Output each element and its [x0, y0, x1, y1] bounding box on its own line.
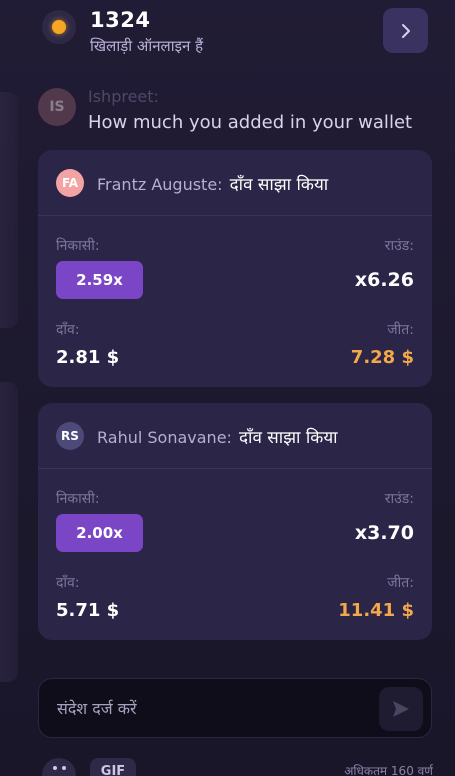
send-button[interactable] — [379, 687, 423, 731]
win-label: जीत: — [387, 575, 414, 591]
character-limit: अधिकतम 160 वर्ण — [344, 764, 433, 776]
message-composer — [38, 678, 432, 738]
bet-action: दाँव साझा किया — [239, 428, 338, 448]
cashout-label: निकासी: — [56, 491, 100, 507]
bet-action: दाँव साझा किया — [229, 175, 329, 195]
cashout-multiplier-button[interactable]: 2.00x — [56, 514, 143, 552]
message-text: How much you added in your wallet — [88, 112, 413, 133]
shared-bet-card: RS Rahul Sonavane: दाँव साझा किया निकासी… — [38, 403, 432, 640]
side-panel-edge — [0, 382, 18, 682]
send-icon — [393, 701, 409, 717]
message-input[interactable] — [57, 689, 377, 727]
round-multiplier: x6.26 — [354, 269, 414, 291]
gif-button[interactable]: GIF — [90, 758, 136, 776]
emoji-icon[interactable] — [42, 758, 76, 776]
bet-label: दाँव: — [56, 575, 80, 591]
avatar: IS — [38, 88, 76, 126]
bet-amount: 2.81 $ — [56, 347, 120, 368]
bet-author-name: Frantz Auguste: — [97, 175, 223, 194]
cashout-multiplier-button[interactable]: 2.59x — [56, 261, 143, 299]
chevron-right-icon — [401, 23, 410, 38]
bet-author: Rahul Sonavane: दाँव साझा किया — [97, 425, 338, 448]
shared-bet-header: RS Rahul Sonavane: दाँव साझा किया — [38, 403, 432, 469]
next-button[interactable] — [383, 8, 428, 53]
message-author: Ishpreet: — [88, 87, 159, 106]
online-count: 1324 — [90, 8, 151, 32]
bet-author: Frantz Auguste: दाँव साझा किया — [97, 172, 328, 195]
bet-author-name: Rahul Sonavane: — [97, 428, 232, 447]
side-panel-edge — [0, 92, 18, 328]
chat-panel: 1324 खिलाड़ी ऑनलाइन हैं IS Ishpreet: How… — [0, 0, 455, 776]
win-amount: 7.28 $ — [350, 347, 414, 368]
chat-message: IS Ishpreet: How much you added in your … — [38, 86, 438, 136]
win-label: जीत: — [387, 322, 414, 338]
online-status-icon — [42, 10, 76, 44]
cashout-label: निकासी: — [56, 238, 100, 254]
bet-label: दाँव: — [56, 322, 80, 338]
round-label: राउंड: — [384, 491, 414, 507]
round-label: राउंड: — [384, 238, 414, 254]
round-multiplier: x3.70 — [354, 522, 414, 544]
shared-bet-card: FA Frantz Auguste: दाँव साझा किया निकासी… — [38, 150, 432, 387]
shared-bet-header: FA Frantz Auguste: दाँव साझा किया — [38, 150, 432, 216]
avatar: RS — [56, 422, 84, 450]
bet-amount: 5.71 $ — [56, 600, 120, 621]
online-label: खिलाड़ी ऑनलाइन हैं — [90, 37, 204, 55]
win-amount: 11.41 $ — [338, 600, 414, 621]
chat-header: 1324 खिलाड़ी ऑनलाइन हैं — [0, 0, 455, 66]
avatar: FA — [56, 169, 84, 197]
